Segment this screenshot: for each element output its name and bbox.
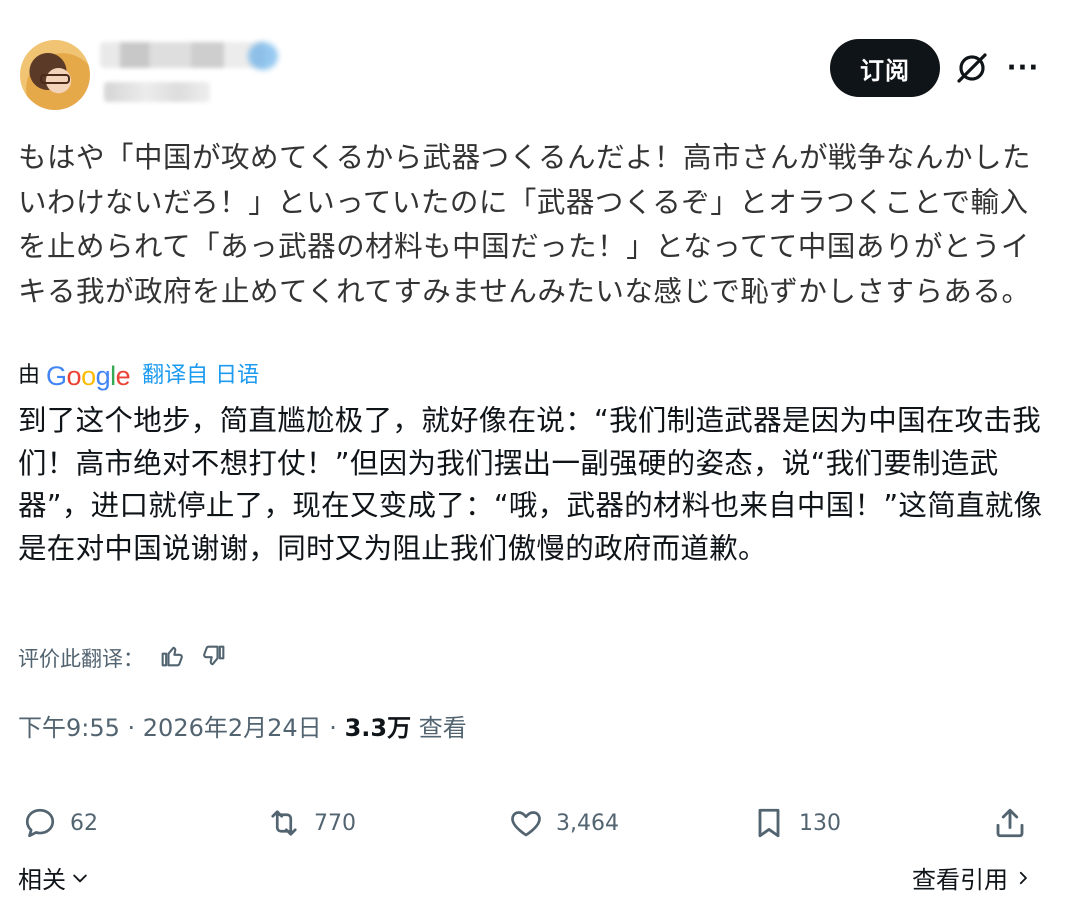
thumbs-down-icon[interactable] bbox=[200, 642, 228, 675]
thumbs-up-icon[interactable] bbox=[158, 642, 186, 675]
post-meta: 下午9:55 · 2026年2月24日 · 3.3万 查看 bbox=[18, 708, 467, 748]
post-header: 订阅 ··· bbox=[0, 0, 1066, 120]
share-icon bbox=[996, 808, 1024, 838]
related-label: 相关 bbox=[18, 866, 66, 894]
action-bar: 62 770 3,464 130 bbox=[0, 800, 1066, 846]
chevron-down-icon bbox=[73, 874, 87, 882]
bookmark-count: 130 bbox=[799, 810, 841, 836]
bookmark-icon bbox=[758, 808, 780, 838]
grok-icon[interactable] bbox=[952, 48, 992, 88]
rate-translation-label: 评价此翻译： bbox=[18, 647, 144, 671]
post-original-text: もはや「中国が攻めてくるから武器つくるんだよ！高市さんが戦争なんかしたいわけない… bbox=[18, 141, 1032, 308]
views-label: 查看 bbox=[411, 714, 467, 742]
repost-icon bbox=[271, 810, 297, 836]
display-name-redacted[interactable] bbox=[100, 42, 265, 68]
post-translated-text: 到了这个地步，简直尴尬极了，就好像在说：“我们制造武器是因为中国在攻击我们！高市… bbox=[18, 404, 1043, 565]
like-button[interactable]: 3,464 bbox=[508, 800, 619, 846]
translate-source-link[interactable]: 翻译自 日语 bbox=[142, 358, 259, 394]
post-time[interactable]: 下午9:55 · 2026年2月24日 · bbox=[18, 714, 345, 742]
google-logo: Google bbox=[46, 361, 131, 391]
verified-badge-icon bbox=[248, 42, 278, 70]
avatar[interactable] bbox=[20, 40, 90, 110]
view-quotes-link[interactable]: 查看引用 bbox=[912, 860, 1032, 895]
translation-attribution: 由 Google 翻译自 日语 bbox=[18, 356, 259, 396]
view-quotes-label: 查看引用 bbox=[912, 866, 1008, 894]
related-toggle[interactable]: 相关 bbox=[18, 860, 90, 895]
heart-icon bbox=[511, 811, 541, 837]
reply-icon bbox=[25, 808, 55, 838]
translated-by-prefix: 由 bbox=[18, 363, 41, 388]
handle-redacted[interactable] bbox=[104, 82, 210, 102]
repost-button[interactable]: 770 bbox=[266, 800, 356, 846]
repost-count: 770 bbox=[314, 810, 356, 836]
avatar-glasses bbox=[40, 74, 70, 84]
views-count: 3.3万 bbox=[344, 714, 412, 742]
reply-button[interactable]: 62 bbox=[22, 800, 98, 846]
reply-count: 62 bbox=[70, 810, 98, 836]
more-options-icon[interactable]: ··· bbox=[1003, 48, 1043, 88]
bookmark-button[interactable]: 130 bbox=[751, 800, 841, 846]
like-count: 3,464 bbox=[556, 810, 619, 836]
rate-translation: 评价此翻译： bbox=[18, 640, 228, 676]
share-button[interactable] bbox=[992, 800, 1028, 846]
subscribe-button[interactable]: 订阅 bbox=[830, 39, 940, 97]
chevron-right-icon bbox=[1019, 871, 1027, 884]
